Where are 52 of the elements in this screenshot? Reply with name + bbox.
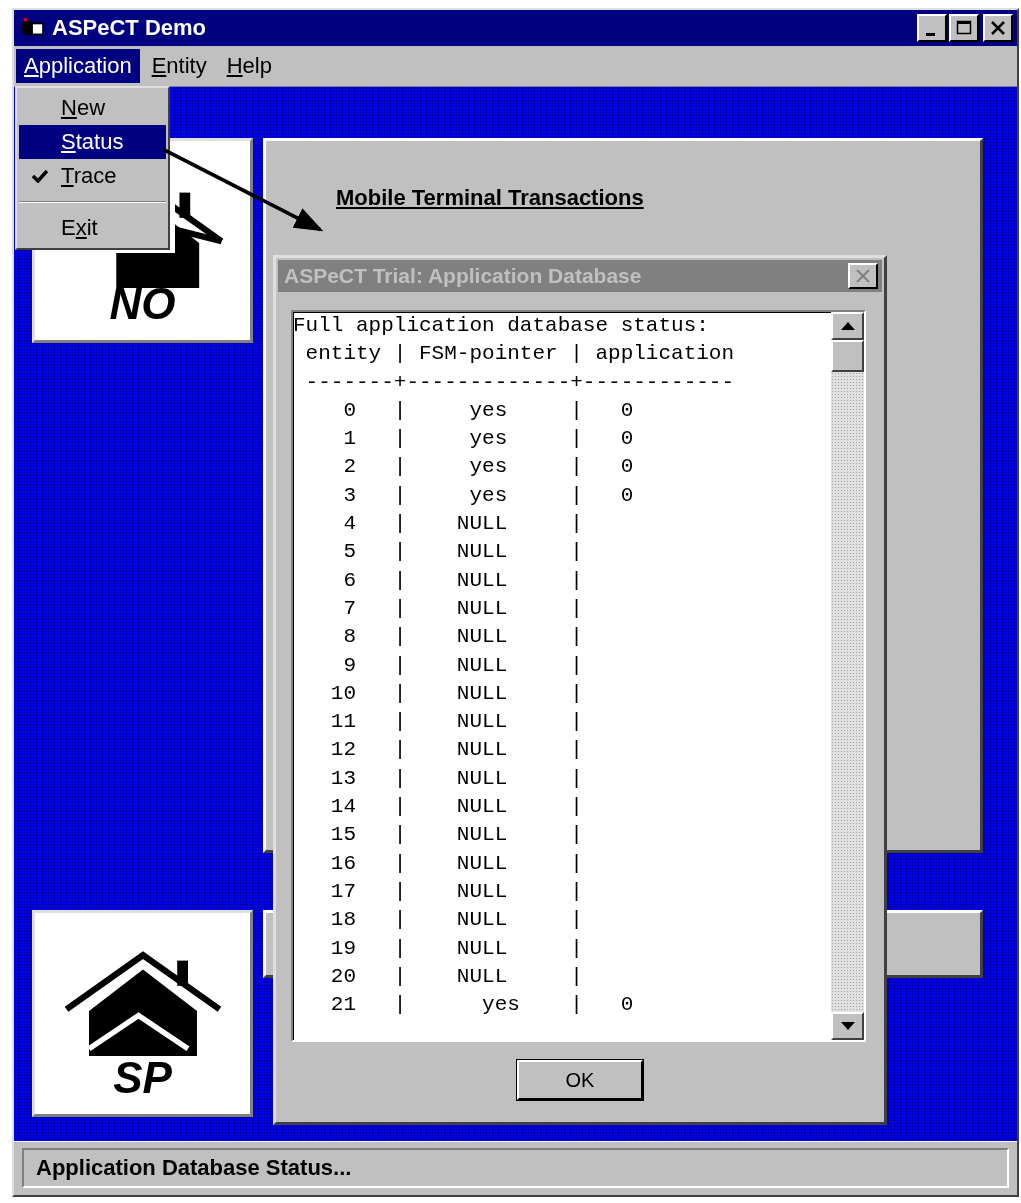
list-line: 19 | NULL | [329,935,584,962]
list-line: 16 | NULL | [329,850,584,877]
list-line: 13 | NULL | [329,765,584,792]
menu-option[interactable]: Trace [19,159,166,193]
minimize-icon [925,32,935,36]
list-line: 6 | NULL | [342,567,584,594]
logo-text: SP [113,1056,172,1100]
down-triangle-icon [840,1022,855,1030]
window-title: ASPeCT Demo [52,15,208,41]
list-line: 0 | yes | 0 [342,397,635,424]
list-line: 12 | NULL | [329,737,584,764]
menu-option[interactable]: Exit [19,211,166,245]
maximize-icon [954,19,974,37]
list-line: -------+-------------+------------ [304,369,736,396]
scroll-thumb[interactable] [831,340,864,372]
ok-button[interactable]: OK [517,1060,643,1100]
list-line: 7 | NULL | [342,595,584,622]
panel-title: Mobile Terminal Transactions [336,185,644,210]
close-icon [853,267,873,285]
list-line: 9 | NULL | [342,652,584,679]
menu-item[interactable]: Entity [143,49,215,83]
list-line: 5 | NULL | [342,539,584,566]
maximize-button[interactable] [949,14,979,42]
list-line: 2 | yes | 0 [342,454,635,481]
list-line: 21 | yes | 0 [329,992,635,1019]
list-line: Full application database status: [293,313,710,339]
close-icon [988,19,1008,37]
list-line: 14 | NULL | [329,794,584,821]
up-triangle-icon [840,322,855,330]
list-line: 1 | yes | 0 [342,426,635,453]
menu-item[interactable]: Help [218,49,280,83]
list-line: 20 | NULL | [329,963,584,990]
close-button[interactable] [848,263,878,289]
menu-option[interactable]: Status [19,125,166,159]
list-line: 18 | NULL | [329,907,584,934]
menu-option[interactable]: New [19,91,166,125]
dialog-title: ASPeCT Trial: Application Database [284,264,642,288]
scroll-down-button[interactable] [831,1012,864,1040]
scroll-up-button[interactable] [831,312,864,340]
logo-text: NO [109,282,176,326]
list-line: 4 | NULL | [342,511,584,538]
list-line: 3 | yes | 0 [342,482,635,509]
list-line: 11 | NULL | [329,709,584,736]
menu-item[interactable]: Application [16,49,140,83]
list-line: 10 | NULL | [329,680,584,707]
status-bar: Application Database Status... [22,1148,1009,1188]
list-line: 8 | NULL | [342,624,584,651]
minimize-button[interactable] [917,14,947,42]
close-button[interactable] [983,14,1013,42]
list-line: entity | FSM-pointer | application [304,341,736,368]
list-line: 15 | NULL | [329,822,584,849]
list-line: 17 | NULL | [329,878,584,905]
